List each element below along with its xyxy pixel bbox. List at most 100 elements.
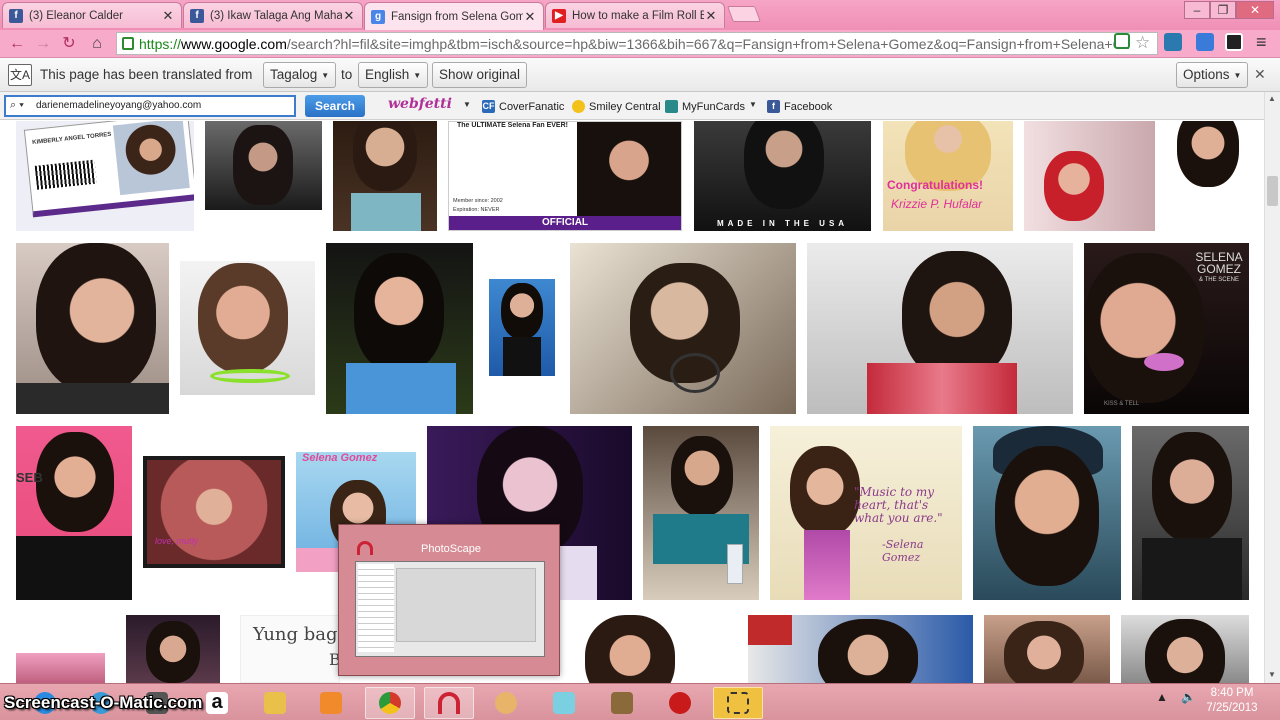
image-result[interactable] (180, 261, 315, 395)
tab-title: (3) Ikaw Talaga Ang Maha (210, 9, 342, 22)
image-result[interactable]: The ULTIMATE Selena Fan EVER! Member sin… (448, 121, 682, 231)
forward-arrow-icon[interactable]: → (32, 34, 54, 54)
character-icon[interactable] (597, 687, 647, 719)
image-result[interactable] (643, 426, 759, 600)
reload-icon[interactable]: ↻ (58, 34, 80, 54)
power-icon[interactable] (655, 687, 705, 719)
image-result[interactable] (333, 121, 437, 231)
menu-icon[interactable]: ≡ (1256, 32, 1267, 53)
close-tab-icon[interactable]: ✕ (342, 8, 356, 24)
minimize-button[interactable]: – (1184, 1, 1210, 19)
close-window-button[interactable]: ✕ (1236, 1, 1274, 19)
screencast-icon[interactable] (713, 687, 763, 719)
image-result[interactable] (807, 243, 1073, 414)
cartoon-title: Selena Gomez (302, 452, 378, 464)
image-result[interactable]: SELENA GOMEZ & THE SCENE KISS & TELL (1084, 243, 1249, 414)
link-smiley-central[interactable]: Smiley Central (572, 100, 661, 113)
image-result[interactable]: Yung bag B (240, 615, 340, 683)
image-result[interactable] (570, 243, 796, 414)
image-result[interactable]: MADE IN THE USA (694, 121, 871, 231)
youtube-icon: ▶ (552, 8, 566, 23)
facebook-icon: f (9, 8, 23, 23)
image-result[interactable] (126, 615, 220, 683)
image-result[interactable] (16, 243, 169, 414)
chevron-down-icon: ▼ (1233, 70, 1242, 80)
scrollbar-thumb[interactable] (1267, 176, 1278, 206)
image-result[interactable] (205, 121, 322, 210)
tab-eleanor-calder[interactable]: f (3) Eleanor Calder ✕ (2, 2, 182, 28)
image-result[interactable]: Congratulations! Krizzie P. Hufalar (883, 121, 1013, 231)
from-language-select[interactable]: Tagalog ▼ (263, 62, 337, 88)
image-result[interactable] (565, 615, 696, 683)
photoscape-icon[interactable] (424, 687, 474, 719)
back-arrow-icon[interactable]: ← (6, 34, 28, 54)
close-tab-icon[interactable]: ✕ (161, 8, 175, 24)
show-original-button[interactable]: Show original (432, 62, 528, 88)
tab-title: (3) Eleanor Calder (29, 9, 123, 22)
tray-expand-icon[interactable]: ▲ (1156, 690, 1168, 704)
image-result[interactable] (489, 279, 555, 376)
preview-title: PhotoScape (421, 543, 481, 555)
link-coverfanatic[interactable]: CF CoverFanatic (482, 100, 564, 113)
close-tab-icon[interactable]: ✕ (523, 9, 537, 25)
folder-icon[interactable] (250, 687, 300, 719)
new-tab-button[interactable] (727, 6, 761, 22)
congrats-text: Congratulations! (887, 178, 983, 192)
chevron-down-icon: ▼ (321, 70, 330, 80)
image-result[interactable]: love, mutly (143, 456, 285, 568)
image-result[interactable]: SEB (16, 426, 132, 600)
home-icon[interactable]: ⌂ (86, 34, 108, 54)
paint-icon[interactable] (481, 687, 531, 719)
link-facebook[interactable]: f Facebook (767, 100, 832, 113)
scroll-up-icon[interactable]: ▲ (1268, 94, 1276, 103)
lock-icon (122, 37, 134, 50)
image-result[interactable] (1121, 615, 1249, 683)
chrome-icon[interactable] (365, 687, 415, 719)
media-player-icon[interactable] (306, 687, 356, 719)
webfetti-logo[interactable]: webfetti (388, 96, 452, 112)
toolbar-search-input[interactable]: ⌕ ▾ darienemadelineyoyang@yahoo.com (4, 95, 296, 117)
chevron-down-icon[interactable]: ▼ (463, 100, 471, 109)
to-language-select[interactable]: English ▼ (358, 62, 429, 88)
fan-card-member: Member since: 2002 (453, 198, 503, 204)
tab-film-roll[interactable]: ▶ How to make a Film Roll E ✕ (545, 2, 725, 28)
image-result[interactable] (1132, 426, 1249, 600)
translate-page-icon[interactable] (1114, 33, 1130, 49)
volume-icon[interactable]: 🔈 (1181, 690, 1196, 704)
url-path: /search?hl=fil&site=imghp&tbm=isch&sourc… (286, 35, 1129, 52)
system-tray: ▲ 🔈 (1156, 690, 1196, 704)
translate-bar: 文A This page has been translated from Ta… (0, 58, 1280, 92)
extension-s-icon[interactable] (1225, 33, 1243, 51)
image-result[interactable] (748, 615, 973, 683)
fan-card-banner: OFFICIAL (449, 216, 681, 230)
taskbar-window-preview[interactable]: PhotoScape (338, 524, 560, 676)
image-result[interactable]: "Music to my heart, that's what you are.… (770, 426, 962, 600)
image-result[interactable] (973, 426, 1121, 600)
url-host: www.google.com (181, 35, 287, 52)
image-result[interactable] (1167, 121, 1249, 189)
translate-options-button[interactable]: Options ▼ (1176, 62, 1249, 88)
extension-blue-icon[interactable] (1196, 33, 1214, 51)
bookmark-star-icon[interactable]: ☆ (1135, 33, 1150, 53)
image-result[interactable] (16, 653, 105, 683)
made-in-usa-text: MADE IN THE USA (716, 219, 849, 228)
image-result[interactable] (984, 615, 1110, 683)
taskbar-clock[interactable]: 8:40 PM 7/25/2013 (1196, 686, 1268, 716)
vertical-scrollbar[interactable]: ▲ ▼ (1264, 92, 1280, 683)
image-result[interactable] (326, 243, 473, 414)
image-result[interactable]: KIMBERLY ANGEL TORRES (16, 121, 194, 231)
tab-fansign-selena[interactable]: g Fansign from Selena Gom ✕ (364, 2, 544, 30)
close-tab-icon[interactable]: ✕ (704, 8, 718, 24)
image-result[interactable] (1024, 121, 1155, 231)
tab-ikaw-talaga[interactable]: f (3) Ikaw Talaga Ang Maha ✕ (183, 2, 363, 28)
address-bar[interactable]: https://www.google.com/search?hl=fil&sit… (116, 32, 1158, 55)
from-language-value: Tagalog (270, 67, 318, 82)
extension-puzzle-icon[interactable] (1164, 33, 1182, 51)
maximize-button[interactable]: ❐ (1210, 1, 1236, 19)
toolbar-search-button[interactable]: Search (305, 95, 365, 117)
link-myfuncards[interactable]: MyFunCards (665, 100, 745, 113)
notepad-icon[interactable] (539, 687, 589, 719)
close-translate-icon[interactable]: ✕ (1254, 66, 1266, 83)
chevron-down-icon[interactable]: ▼ (749, 100, 757, 109)
scroll-down-icon[interactable]: ▼ (1268, 670, 1276, 679)
